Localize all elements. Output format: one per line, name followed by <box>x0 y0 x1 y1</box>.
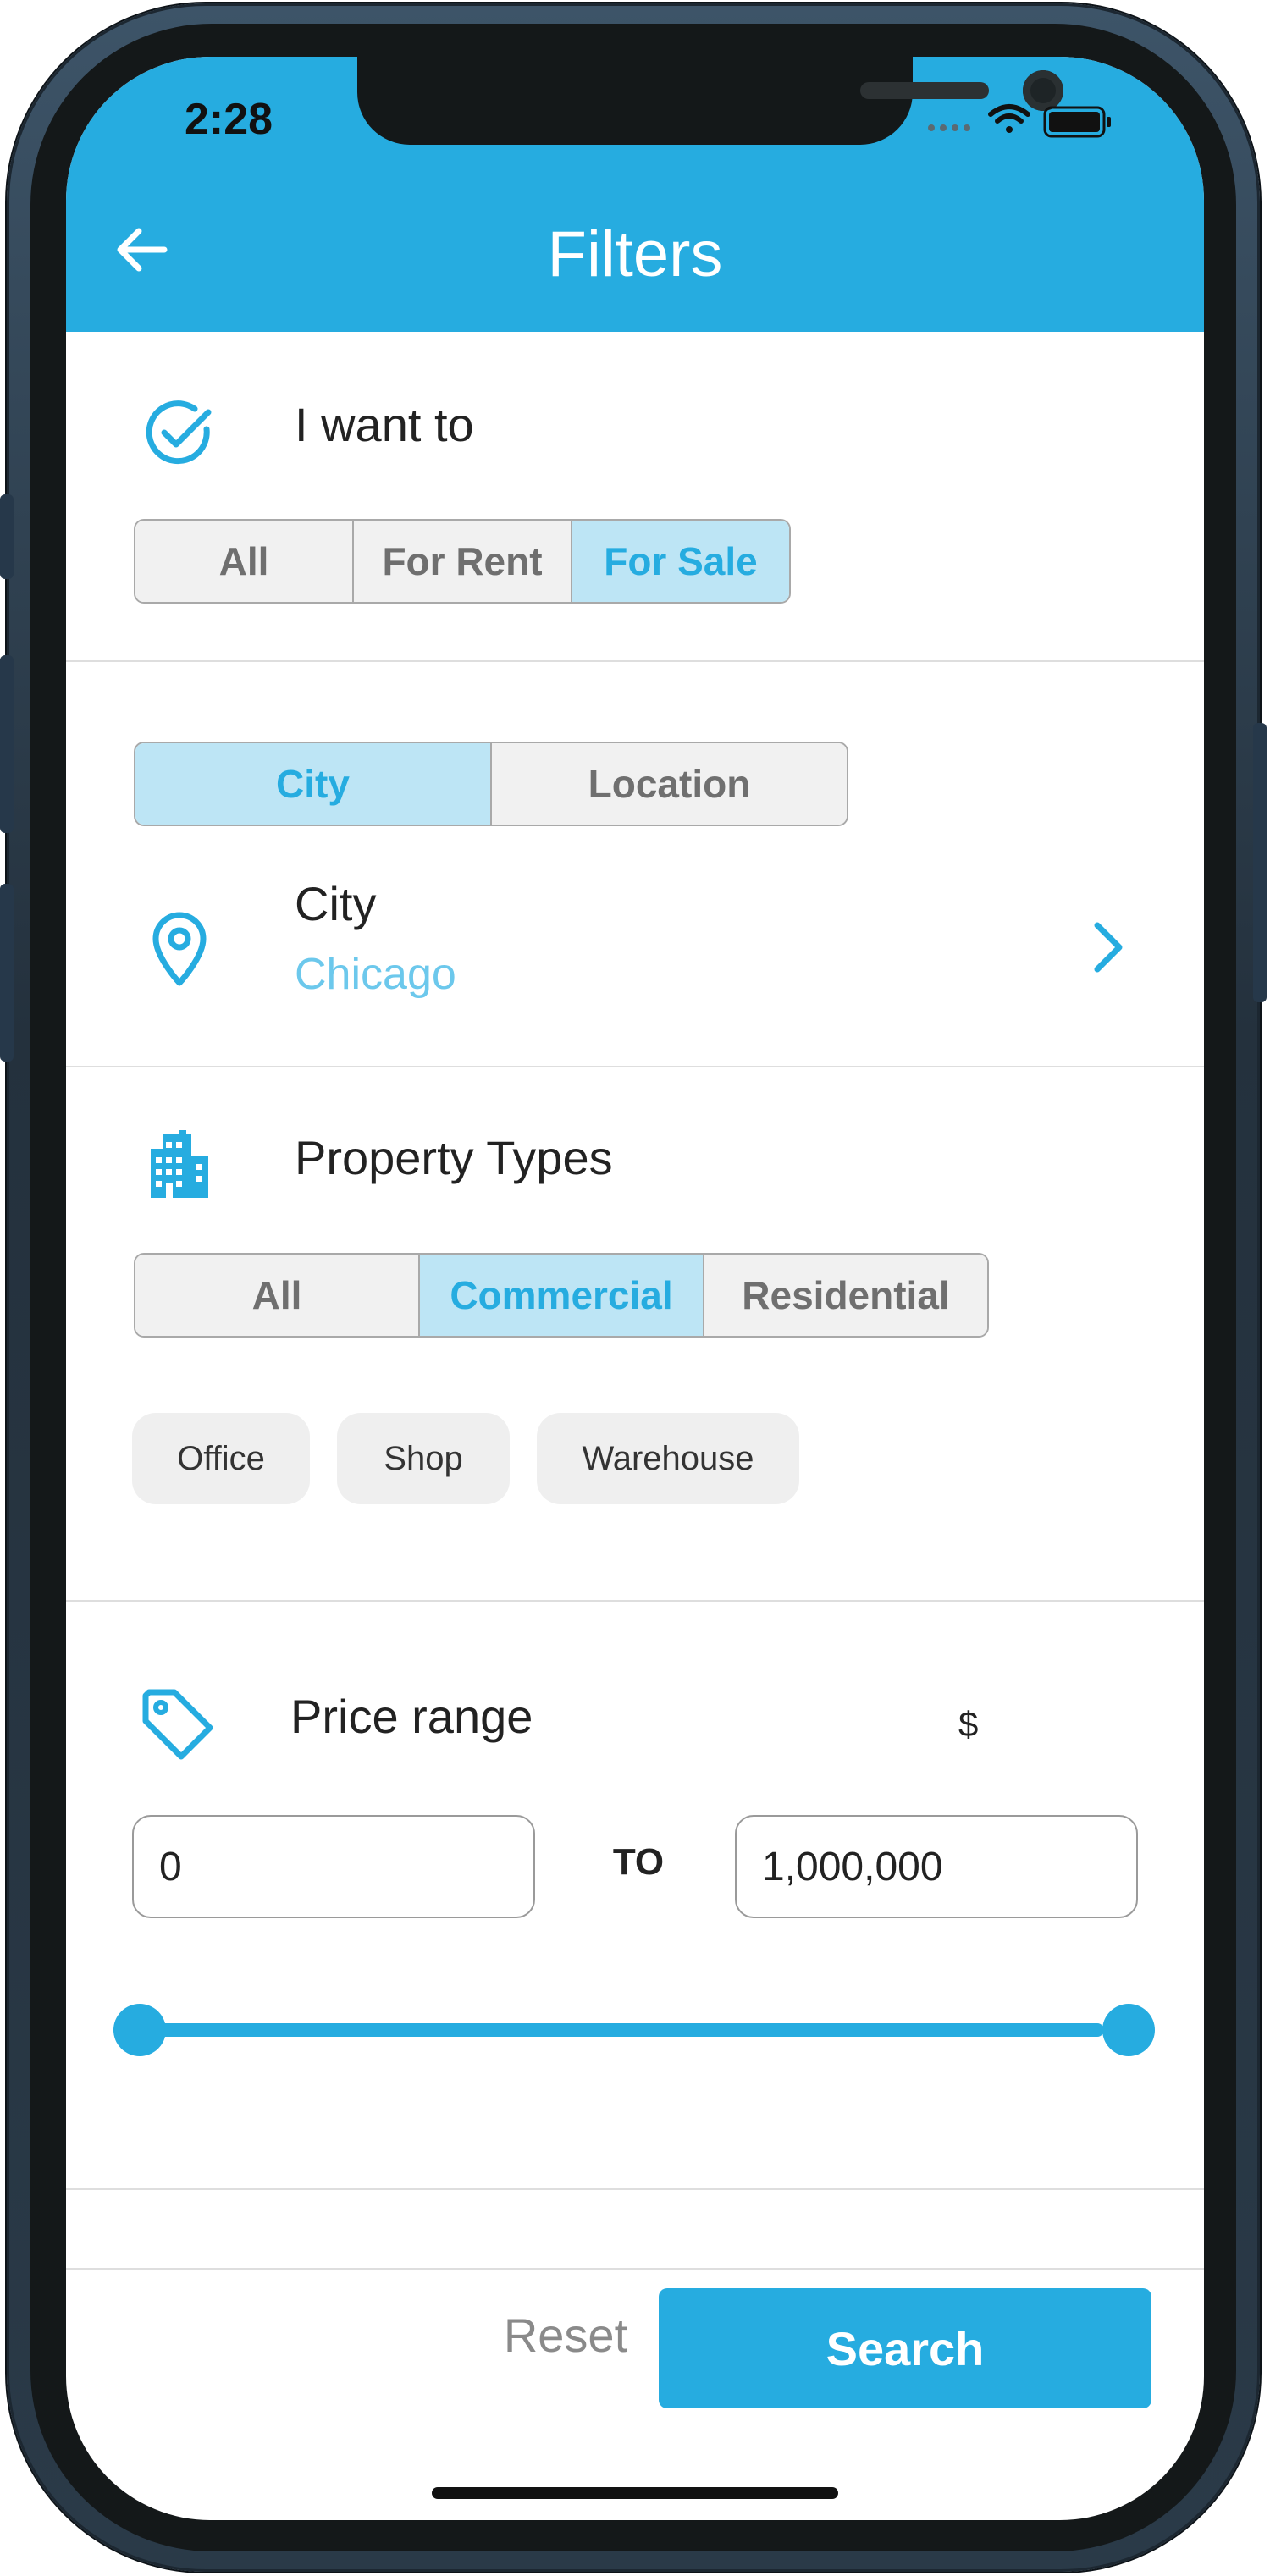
price-tag-icon <box>141 1687 215 1762</box>
volume-up-button <box>0 655 14 833</box>
max-price-input[interactable]: 1,000,000 <box>735 1815 1138 1918</box>
property-category-segmented: All Commercial Residential <box>134 1253 989 1338</box>
notch <box>357 57 1063 145</box>
currency-symbol: $ <box>958 1704 979 1744</box>
speaker <box>860 82 989 99</box>
city-field-value: Chicago <box>295 950 456 999</box>
battery-icon <box>1043 106 1111 138</box>
price-slider-max-handle[interactable] <box>1102 2004 1155 2056</box>
building-icon <box>146 1127 213 1198</box>
price-to-label: TO <box>612 1841 665 1883</box>
app-screen: 2:28 Filters I want to All For Rent For … <box>66 57 1204 2520</box>
min-price-input[interactable]: 0 <box>132 1815 535 1918</box>
property-category-residential[interactable]: Residential <box>704 1255 987 1336</box>
city-field-label: City <box>295 877 377 930</box>
listing-type-all[interactable]: All <box>135 521 354 602</box>
listing-type-for-sale[interactable]: For Sale <box>572 521 789 602</box>
wifi-icon <box>988 104 1030 133</box>
location-mode-city[interactable]: City <box>135 743 492 825</box>
signal-icon <box>928 124 970 131</box>
property-category-all[interactable]: All <box>135 1255 420 1336</box>
location-mode-location[interactable]: Location <box>492 743 847 825</box>
section-divider <box>66 1066 1204 1067</box>
listing-type-segmented: All For Rent For Sale <box>134 519 791 604</box>
mute-switch <box>0 494 14 579</box>
section-divider <box>66 2188 1204 2190</box>
home-indicator <box>432 2487 838 2499</box>
subtype-chip-shop[interactable]: Shop <box>337 1413 510 1504</box>
section-divider <box>66 660 1204 662</box>
city-select-row[interactable]: City Chicago <box>66 869 1204 1081</box>
location-mode-segmented: City Location <box>134 742 848 826</box>
page-title: Filters <box>547 218 723 290</box>
map-pin-icon <box>146 910 213 988</box>
subtype-chip-warehouse[interactable]: Warehouse <box>537 1413 799 1504</box>
section-divider <box>66 1600 1204 1602</box>
want-to-title: I want to <box>295 398 474 451</box>
status-time: 2:28 <box>185 95 273 144</box>
app-header: 2:28 Filters <box>66 57 1204 332</box>
check-circle-icon <box>141 395 218 473</box>
reset-button[interactable]: Reset <box>464 2288 667 2381</box>
property-types-title: Property Types <box>295 1131 613 1184</box>
chevron-right-icon <box>1082 913 1133 981</box>
price-slider-track[interactable] <box>113 2023 1104 2037</box>
subtype-chip-office[interactable]: Office <box>132 1413 310 1504</box>
search-button[interactable]: Search <box>659 2288 1151 2408</box>
volume-down-button <box>0 884 14 1062</box>
power-button <box>1253 723 1267 1002</box>
price-slider-min-handle[interactable] <box>113 2004 166 2056</box>
property-category-commercial[interactable]: Commercial <box>420 1255 704 1336</box>
status-icons <box>926 102 1146 140</box>
price-range-title: Price range <box>290 1690 533 1743</box>
listing-type-for-rent[interactable]: For Rent <box>354 521 572 602</box>
footer-divider <box>66 2268 1204 2270</box>
